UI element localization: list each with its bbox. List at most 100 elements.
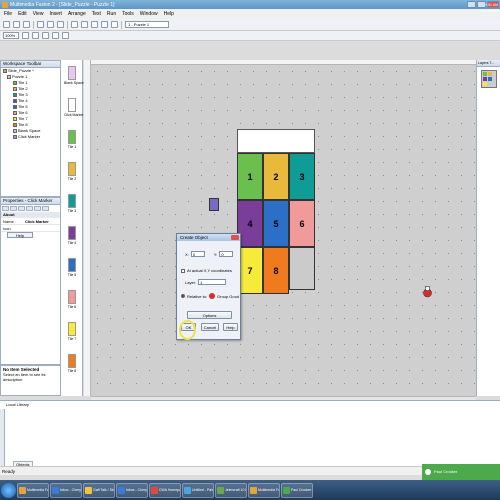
new-icon[interactable] <box>3 21 10 28</box>
layer-select[interactable]: 1 <box>198 279 227 285</box>
taskbar-item[interactable]: Jetercraft 10 Bla... <box>215 482 247 498</box>
taskbar-item[interactable]: CWA Homepage... <box>149 482 181 498</box>
click-marker-object[interactable] <box>209 198 219 211</box>
library-object[interactable]: Tile 4 <box>64 226 80 245</box>
taskbar-app-icon <box>151 486 158 494</box>
library-object[interactable]: Click Marker <box>64 98 83 117</box>
toolbar-separator <box>121 20 122 29</box>
menu-run[interactable]: Run <box>107 11 116 17</box>
properties-help-button[interactable]: Help <box>7 232 33 238</box>
relative-radio[interactable] <box>181 294 185 298</box>
frame-editor-icon[interactable] <box>101 21 108 28</box>
run-frame-icon[interactable] <box>81 21 88 28</box>
library-object[interactable]: Tile 7 <box>64 322 80 341</box>
taskbar-item[interactable]: Inbox - Chery... <box>50 482 82 498</box>
prop-row-icon[interactable]: Icon <box>1 225 60 232</box>
save-icon[interactable] <box>23 21 30 28</box>
y-input[interactable] <box>219 251 234 257</box>
cancel-button[interactable]: Cancel <box>201 323 219 331</box>
taskbar-item-label: Multimedia Fusio... <box>258 488 280 492</box>
actual-coords-checkbox[interactable] <box>181 268 185 273</box>
menu-file[interactable]: File <box>4 11 12 17</box>
bug-sprite-icon[interactable] <box>422 285 433 299</box>
snap-icon[interactable] <box>32 32 39 39</box>
menu-text[interactable]: Text <box>92 11 101 17</box>
library-object-label: Tile 8 <box>67 369 77 373</box>
storyboard-icon[interactable] <box>91 21 98 28</box>
puzzle-tile[interactable]: 3 <box>289 153 315 200</box>
library-object[interactable]: Tile 2 <box>64 162 80 181</box>
grid-icon[interactable] <box>22 32 29 39</box>
layers-title: Layers T... <box>477 60 500 67</box>
tab-about[interactable] <box>42 206 49 211</box>
menu-arrange[interactable]: Arrange <box>68 11 86 17</box>
object-library-strip: Blank Space Click Marker Tile 1 Tile 2 Tile … <box>61 60 84 396</box>
puzzle-tile[interactable]: 5 <box>263 200 289 247</box>
taskbar-item[interactable]: Multimedia Fusio... <box>248 482 280 498</box>
zoom-out-icon[interactable] <box>62 32 69 39</box>
menu-tools[interactable]: Tools <box>122 11 134 17</box>
prop-value[interactable]: Click Marker <box>25 218 60 224</box>
blank-space-tile[interactable] <box>289 247 315 290</box>
tab-display[interactable] <box>10 206 17 211</box>
library-object[interactable]: Tile 8 <box>64 354 80 373</box>
tree-item[interactable]: Click Marker <box>1 134 60 140</box>
menu-view[interactable]: View <box>33 11 44 17</box>
taskbar-app-icon <box>250 486 257 494</box>
menu-help[interactable]: Help <box>164 11 174 17</box>
open-icon[interactable] <box>13 21 20 28</box>
relative-object[interactable]: Group.Good <box>217 294 239 299</box>
tab-values[interactable] <box>34 206 41 211</box>
zoom-in-icon[interactable] <box>52 32 59 39</box>
layer-thumbnail[interactable] <box>481 70 497 88</box>
tab-movement[interactable] <box>26 206 33 211</box>
paste-icon[interactable] <box>57 21 64 28</box>
notification-popup[interactable]: Paul Crocker <box>422 464 500 480</box>
prop-value[interactable] <box>25 225 60 231</box>
library-object[interactable]: Tile 1 <box>64 130 80 149</box>
taskbar-item-label: Multimedia Fusi... <box>27 488 49 492</box>
taskbar-item[interactable]: Inbox - Cheryl's H... <box>116 482 148 498</box>
menu-insert[interactable]: Insert <box>49 11 62 17</box>
dialog-help-button[interactable]: Help <box>223 323 238 331</box>
taskbar-item[interactable]: Multimedia Fusi... <box>17 482 49 498</box>
library-toolbar-tab[interactable] <box>0 409 5 467</box>
tab-settings[interactable] <box>2 206 9 211</box>
blank-header-object[interactable] <box>237 129 315 153</box>
copy-icon[interactable] <box>47 21 54 28</box>
x-input[interactable] <box>190 251 205 257</box>
puzzle-tile[interactable]: 6 <box>289 200 315 247</box>
run-application-icon[interactable] <box>71 21 78 28</box>
tab-size[interactable] <box>18 206 25 211</box>
object-swatch-icon <box>13 99 17 103</box>
library-object-thumbnail <box>68 354 76 368</box>
minimize-button[interactable] <box>467 1 476 8</box>
start-button[interactable] <box>1 482 16 498</box>
puzzle-tile[interactable]: 2 <box>263 153 289 200</box>
application-icon <box>3 69 7 73</box>
taskbar-item[interactable]: Paul Crocker <box>281 482 313 498</box>
puzzle-tile[interactable]: 8 <box>263 247 289 294</box>
status-text: Ready <box>2 469 16 474</box>
cut-icon[interactable] <box>37 21 44 28</box>
prop-row-name[interactable]: Name Click Marker <box>1 218 60 225</box>
dialog-close-button[interactable] <box>231 235 239 240</box>
zoom-select[interactable]: 100% <box>3 32 19 39</box>
frame-select[interactable]: 1 - Puzzle 1 <box>125 21 169 28</box>
library-object-thumbnail <box>68 226 76 240</box>
library-object[interactable]: Tile 5 <box>64 258 80 277</box>
puzzle-tile[interactable]: 1 <box>237 153 263 200</box>
taskbar-item[interactable]: Gaff Talk / Staff T... <box>83 482 115 498</box>
options-button[interactable]: Options <box>187 311 232 319</box>
library-object[interactable]: Tile 3 <box>64 194 80 213</box>
library-object[interactable]: Blank Space <box>64 66 84 85</box>
object-swatch-icon <box>13 111 17 115</box>
library-object[interactable]: Tile 6 <box>64 290 80 309</box>
menu-window[interactable]: Window <box>140 11 158 17</box>
menu-edit[interactable]: Edit <box>18 11 27 17</box>
taskbar-item[interactable]: Untitled - Paint <box>182 482 214 498</box>
clock-date[interactable]: 11/11/2009 <box>481 8 498 14</box>
local-library-label[interactable]: Local Library <box>6 402 29 407</box>
align-icon[interactable] <box>42 32 49 39</box>
event-editor-icon[interactable] <box>111 21 118 28</box>
